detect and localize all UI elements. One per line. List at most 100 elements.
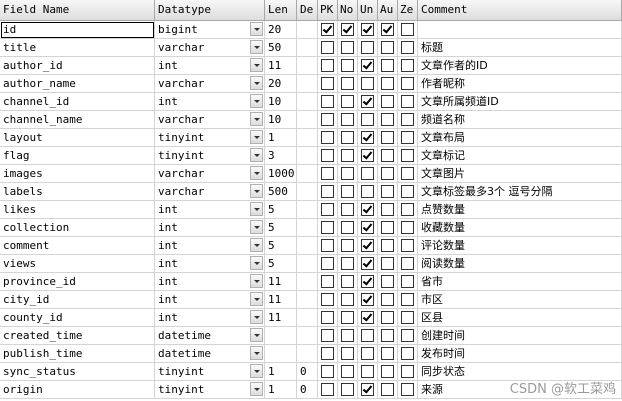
not-null-checkbox-cell[interactable]: [338, 237, 358, 255]
not-null-checkbox[interactable]: [341, 383, 354, 396]
not-null-checkbox-cell[interactable]: [338, 273, 358, 291]
auto-increment-checkbox-cell[interactable]: [378, 309, 398, 327]
length-cell[interactable]: 5: [265, 219, 297, 237]
field-name-cell[interactable]: layout: [0, 129, 155, 147]
unsigned-checkbox-cell[interactable]: [358, 21, 378, 39]
not-null-checkbox[interactable]: [341, 257, 354, 270]
zerofill-checkbox[interactable]: [401, 329, 414, 342]
not-null-checkbox-cell[interactable]: [338, 363, 358, 381]
not-null-checkbox-cell[interactable]: [338, 201, 358, 219]
field-name-cell[interactable]: likes: [0, 201, 155, 219]
auto-increment-checkbox-cell[interactable]: [378, 273, 398, 291]
datatype-select[interactable]: varchar: [155, 183, 265, 201]
unsigned-checkbox-cell[interactable]: [358, 201, 378, 219]
auto-increment-checkbox-cell[interactable]: [378, 21, 398, 39]
datatype-select[interactable]: int: [155, 201, 265, 219]
datatype-select[interactable]: varchar: [155, 111, 265, 129]
chevron-down-icon[interactable]: [250, 166, 263, 180]
auto-increment-checkbox-cell[interactable]: [378, 363, 398, 381]
header-field-name[interactable]: Field Name: [0, 0, 155, 21]
zerofill-checkbox[interactable]: [401, 221, 414, 234]
unsigned-checkbox-cell[interactable]: [358, 183, 378, 201]
length-cell[interactable]: 11: [265, 57, 297, 75]
comment-cell[interactable]: 区县: [418, 309, 622, 327]
length-cell[interactable]: 1: [265, 363, 297, 381]
default-cell[interactable]: [297, 147, 318, 165]
table-row[interactable]: views int 5 阅读数量: [0, 255, 622, 273]
not-null-checkbox-cell[interactable]: [338, 219, 358, 237]
length-cell[interactable]: 3: [265, 147, 297, 165]
pk-checkbox[interactable]: [321, 293, 334, 306]
auto-increment-checkbox-cell[interactable]: [378, 183, 398, 201]
unsigned-checkbox[interactable]: [361, 221, 374, 234]
comment-cell[interactable]: 文章图片: [418, 165, 622, 183]
comment-cell[interactable]: 市区: [418, 291, 622, 309]
zerofill-checkbox[interactable]: [401, 113, 414, 126]
comment-cell[interactable]: 创建时间: [418, 327, 622, 345]
pk-checkbox-cell[interactable]: [318, 147, 338, 165]
auto-increment-checkbox[interactable]: [381, 311, 394, 324]
zerofill-checkbox-cell[interactable]: [398, 75, 418, 93]
table-row[interactable]: flag tinyint 3 文章标记: [0, 147, 622, 165]
unsigned-checkbox[interactable]: [361, 23, 374, 36]
chevron-down-icon[interactable]: [250, 220, 263, 234]
chevron-down-icon[interactable]: [250, 292, 263, 306]
datatype-select[interactable]: tinyint: [155, 129, 265, 147]
table-row[interactable]: collection int 5 收藏数量: [0, 219, 622, 237]
chevron-down-icon[interactable]: [250, 364, 263, 378]
zerofill-checkbox[interactable]: [401, 365, 414, 378]
table-row[interactable]: channel_id int 10 文章所属频道ID: [0, 93, 622, 111]
datatype-select[interactable]: tinyint: [155, 147, 265, 165]
comment-cell[interactable]: 点赞数量: [418, 201, 622, 219]
table-row[interactable]: comment int 5 评论数量: [0, 237, 622, 255]
field-name-cell[interactable]: labels: [0, 183, 155, 201]
unsigned-checkbox-cell[interactable]: [358, 309, 378, 327]
not-null-checkbox[interactable]: [341, 167, 354, 180]
datatype-select[interactable]: varchar: [155, 165, 265, 183]
comment-cell[interactable]: 文章标记: [418, 147, 622, 165]
length-cell[interactable]: 11: [265, 273, 297, 291]
zerofill-checkbox[interactable]: [401, 311, 414, 324]
datatype-select[interactable]: bigint: [155, 21, 265, 39]
auto-increment-checkbox-cell[interactable]: [378, 147, 398, 165]
unsigned-checkbox[interactable]: [361, 347, 374, 360]
auto-increment-checkbox-cell[interactable]: [378, 219, 398, 237]
unsigned-checkbox[interactable]: [361, 293, 374, 306]
datatype-select[interactable]: int: [155, 57, 265, 75]
not-null-checkbox-cell[interactable]: [338, 255, 358, 273]
zerofill-checkbox-cell[interactable]: [398, 363, 418, 381]
zerofill-checkbox[interactable]: [401, 41, 414, 54]
unsigned-checkbox[interactable]: [361, 77, 374, 90]
auto-increment-checkbox-cell[interactable]: [378, 57, 398, 75]
unsigned-checkbox-cell[interactable]: [358, 219, 378, 237]
pk-checkbox[interactable]: [321, 95, 334, 108]
pk-checkbox[interactable]: [321, 329, 334, 342]
zerofill-checkbox-cell[interactable]: [398, 381, 418, 399]
header-default[interactable]: De: [297, 0, 318, 21]
zerofill-checkbox-cell[interactable]: [398, 93, 418, 111]
chevron-down-icon[interactable]: [250, 130, 263, 144]
default-cell[interactable]: [297, 255, 318, 273]
unsigned-checkbox[interactable]: [361, 311, 374, 324]
zerofill-checkbox-cell[interactable]: [398, 57, 418, 75]
not-null-checkbox-cell[interactable]: [338, 183, 358, 201]
zerofill-checkbox[interactable]: [401, 347, 414, 360]
not-null-checkbox[interactable]: [341, 311, 354, 324]
datatype-select[interactable]: varchar: [155, 75, 265, 93]
pk-checkbox-cell[interactable]: [318, 201, 338, 219]
unsigned-checkbox-cell[interactable]: [358, 39, 378, 57]
length-cell[interactable]: 5: [265, 255, 297, 273]
not-null-checkbox-cell[interactable]: [338, 57, 358, 75]
field-name-cell[interactable]: publish_time: [0, 345, 155, 363]
not-null-checkbox-cell[interactable]: [338, 165, 358, 183]
default-cell[interactable]: [297, 111, 318, 129]
comment-cell[interactable]: 发布时间: [418, 345, 622, 363]
table-row[interactable]: county_id int 11 区县: [0, 309, 622, 327]
auto-increment-checkbox[interactable]: [381, 383, 394, 396]
header-not-null[interactable]: No: [338, 0, 358, 21]
datatype-select[interactable]: int: [155, 273, 265, 291]
default-cell[interactable]: 0: [297, 363, 318, 381]
zerofill-checkbox[interactable]: [401, 95, 414, 108]
pk-checkbox-cell[interactable]: [318, 381, 338, 399]
default-cell[interactable]: [297, 219, 318, 237]
